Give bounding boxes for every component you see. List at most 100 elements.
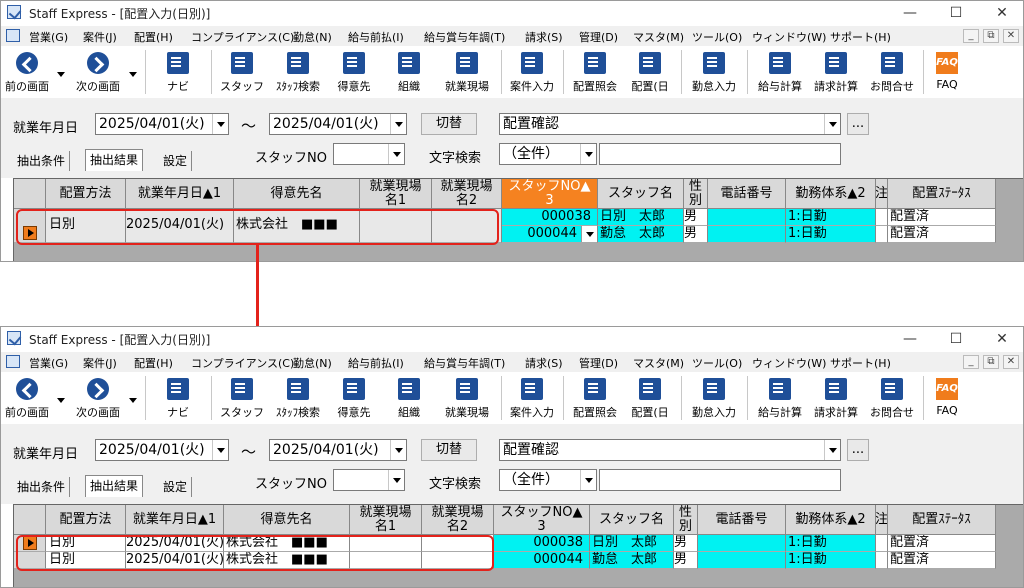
menu-seikyu[interactable]: 請求(S): [525, 29, 563, 45]
tab-settings[interactable]: 設定: [159, 477, 193, 497]
menu-window[interactable]: ウィンドウ(W): [752, 355, 826, 371]
staff-no-combo[interactable]: [333, 143, 405, 165]
cell-note[interactable]: [876, 535, 888, 552]
col-staff-name[interactable]: スタッフ名: [598, 179, 684, 209]
close-button[interactable]: ✕: [979, 327, 1023, 351]
menu-support[interactable]: サポート(H): [830, 355, 891, 371]
minimize-button[interactable]: —: [887, 327, 933, 351]
staff-button[interactable]: スタッフ: [217, 50, 267, 96]
mdi-minimize-button[interactable]: _: [963, 29, 979, 43]
back-dropdown-icon[interactable]: [57, 398, 65, 403]
tab-extraction-conditions[interactable]: 抽出条件: [13, 151, 71, 171]
col-work-type[interactable]: 勤務体系▲2: [786, 505, 876, 535]
date-to-combo[interactable]: 2025/04/01(火): [269, 113, 407, 135]
cell-staff-no[interactable]: 000044: [494, 552, 590, 569]
payroll-button[interactable]: 給与計算: [753, 50, 807, 96]
col-note[interactable]: 注: [876, 505, 888, 535]
chevron-down-icon[interactable]: [824, 440, 840, 460]
placement-inquiry-button[interactable]: 配置照会: [567, 50, 623, 96]
chevron-down-icon[interactable]: [388, 144, 404, 164]
cell-placement-status[interactable]: 配置済: [888, 552, 996, 569]
col-work-date[interactable]: 就業年月日▲1: [126, 179, 234, 209]
attendance-input-button[interactable]: 勤怠入力: [687, 50, 741, 96]
cell-phone[interactable]: [708, 226, 786, 243]
toggle-button[interactable]: 切替: [421, 113, 477, 135]
menu-eigyo[interactable]: 営業(G): [29, 29, 68, 45]
menu-haichi[interactable]: 配置(H): [134, 29, 173, 45]
tab-extraction-results[interactable]: 抽出結果: [85, 475, 144, 497]
back-button[interactable]: 前の画面: [1, 376, 53, 422]
mdi-child-icon[interactable]: [6, 355, 20, 368]
menu-kyuyo[interactable]: 給与賞与年調(T): [424, 355, 505, 371]
col-client-name[interactable]: 得意先名: [234, 179, 360, 209]
organization-button[interactable]: 組織: [385, 50, 433, 96]
date-from-combo[interactable]: 2025/04/01(火): [95, 439, 229, 461]
cell-staff-no[interactable]: 000038: [502, 209, 598, 226]
mdi-child-icon[interactable]: [6, 29, 20, 42]
menu-haichi[interactable]: 配置(H): [134, 355, 173, 371]
col-worksite-1[interactable]: 就業現場 名1: [360, 179, 432, 209]
cell-placement-status[interactable]: 配置済: [888, 226, 996, 243]
staff-search-button[interactable]: ｽﾀｯﾌ検索: [269, 376, 327, 422]
project-input-button[interactable]: 案件入力: [505, 50, 559, 96]
toggle-button[interactable]: 切替: [421, 439, 477, 461]
faq-button[interactable]: FAQ FAQ: [929, 50, 965, 96]
mdi-close-button[interactable]: ✕: [1003, 355, 1019, 369]
faq-button[interactable]: FAQ FAQ: [929, 376, 965, 422]
billing-button[interactable]: 請求計算: [809, 376, 863, 422]
text-search-input[interactable]: [599, 143, 841, 165]
col-phone[interactable]: 電話番号: [698, 505, 786, 535]
navi-button[interactable]: ナビ: [151, 376, 205, 422]
col-placement-status[interactable]: 配置ｽﾃｰﾀｽ: [888, 505, 996, 535]
col-staff-no[interactable]: スタッフNO▲ 3: [502, 179, 598, 209]
inquiry-button[interactable]: お問合せ: [865, 50, 919, 96]
client-button[interactable]: 得意先: [329, 50, 379, 96]
chevron-down-icon[interactable]: [212, 440, 228, 460]
col-worksite-2[interactable]: 就業現場 名2: [432, 179, 502, 209]
placement-inquiry-button[interactable]: 配置照会: [567, 376, 623, 422]
mdi-minimize-button[interactable]: _: [963, 355, 979, 369]
menu-kanri[interactable]: 管理(D): [579, 355, 618, 371]
staff-button[interactable]: スタッフ: [217, 376, 267, 422]
menu-anken[interactable]: 案件(J): [83, 29, 117, 45]
ellipsis-button[interactable]: ...: [847, 439, 869, 461]
worksite-button[interactable]: 就業現場: [437, 376, 497, 422]
cell-sex[interactable]: 男: [684, 209, 708, 226]
maximize-button[interactable]: ☐: [933, 1, 979, 25]
mode-combo[interactable]: 配置確認: [499, 113, 841, 135]
col-client-name[interactable]: 得意先名: [224, 505, 350, 535]
back-button[interactable]: 前の画面: [1, 50, 53, 96]
attendance-input-button[interactable]: 勤怠入力: [687, 376, 741, 422]
col-phone[interactable]: 電話番号: [708, 179, 786, 209]
cell-note[interactable]: [876, 226, 888, 243]
cell-sex[interactable]: 男: [684, 226, 708, 243]
placement-daily-button[interactable]: 配置(日: [627, 50, 673, 96]
staff-search-button[interactable]: ｽﾀｯﾌ検索: [269, 50, 327, 96]
placement-daily-button[interactable]: 配置(日: [627, 376, 673, 422]
text-search-scope-combo[interactable]: （全件）: [499, 469, 597, 491]
maximize-button[interactable]: ☐: [933, 327, 979, 351]
forward-button[interactable]: 次の画面: [71, 50, 125, 96]
client-button[interactable]: 得意先: [329, 376, 379, 422]
col-note[interactable]: 注: [876, 179, 888, 209]
chevron-down-icon[interactable]: [580, 144, 596, 164]
date-from-combo[interactable]: 2025/04/01(火): [95, 113, 229, 135]
staff-no-combo[interactable]: [333, 469, 405, 491]
col-worksite-2[interactable]: 就業現場 名2: [422, 505, 494, 535]
menu-tool[interactable]: ツール(O): [692, 29, 742, 45]
col-staff-name[interactable]: スタッフ名: [590, 505, 674, 535]
col-worksite-1[interactable]: 就業現場 名1: [350, 505, 422, 535]
menu-master[interactable]: マスタ(M): [633, 29, 684, 45]
menu-maebarai[interactable]: 給与前払(I): [348, 29, 404, 45]
tab-extraction-conditions[interactable]: 抽出条件: [13, 477, 71, 497]
cell-phone[interactable]: [708, 209, 786, 226]
worksite-button[interactable]: 就業現場: [437, 50, 497, 96]
menu-compliance[interactable]: コンプライアンス(C): [191, 29, 294, 45]
cell-staff-no[interactable]: 000038: [494, 535, 590, 552]
date-to-combo[interactable]: 2025/04/01(火): [269, 439, 407, 461]
menu-kintai[interactable]: 勤怠(N): [293, 29, 332, 45]
menu-tool[interactable]: ツール(O): [692, 355, 742, 371]
cell-phone[interactable]: [698, 535, 786, 552]
chevron-down-icon[interactable]: [212, 114, 228, 134]
col-placement-method[interactable]: 配置方法: [46, 179, 126, 209]
